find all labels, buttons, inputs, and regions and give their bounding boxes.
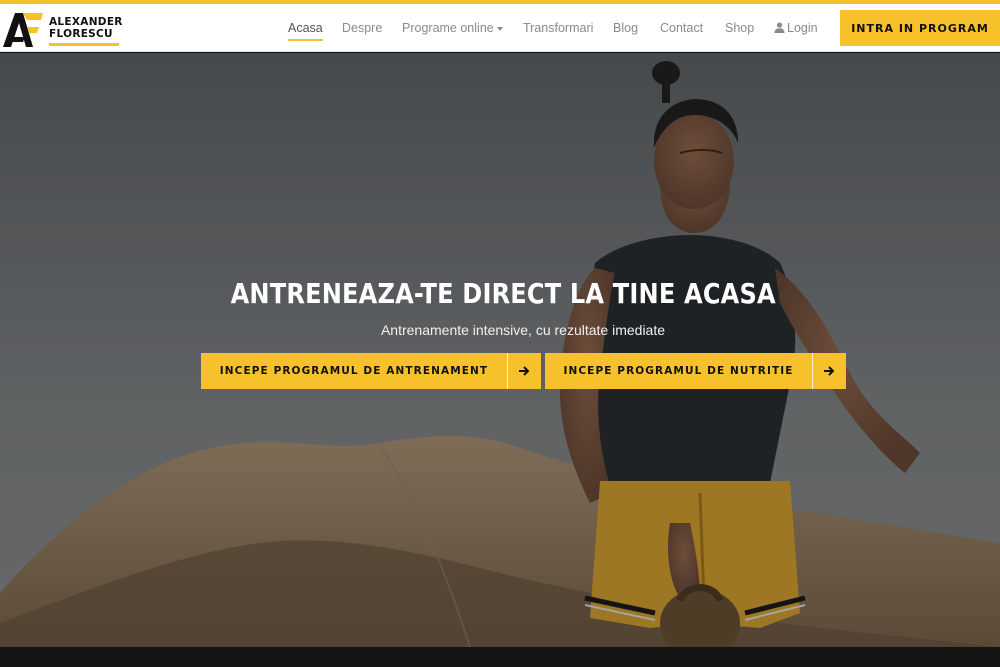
start-nutrition-program-button[interactable]: INCEPE PROGRAMUL DE NUTRITIE (545, 353, 846, 389)
nav-item-login-label: Login (787, 21, 818, 35)
brand-logo[interactable]: ALEXANDER FLORESCU (0, 10, 130, 50)
join-program-button[interactable]: INTRA IN PROGRAM (840, 10, 1000, 46)
nav-item-shop[interactable]: Shop (725, 21, 754, 35)
navbar: ALEXANDER FLORESCU Acasa Despre Programe… (0, 4, 1000, 52)
brand-name-line2: FLORESCU (49, 28, 113, 40)
start-workout-program-label: INCEPE PROGRAMUL DE ANTRENAMENT (219, 365, 489, 377)
user-icon (774, 22, 785, 33)
arrow-right-icon (507, 353, 541, 389)
nav-item-transformari[interactable]: Transformari (523, 21, 593, 35)
nav-item-login[interactable]: Login (774, 21, 818, 35)
arrow-right-icon (812, 353, 846, 389)
brand-underline (49, 43, 119, 46)
brand-name-line1: ALEXANDER (49, 16, 123, 28)
nav-item-acasa[interactable]: Acasa (288, 21, 323, 41)
nav-item-blog[interactable]: Blog (613, 21, 638, 35)
hero-section: ANTRENEAZA-TE DIRECT LA TINE ACASA Antre… (0, 53, 1000, 647)
hero-subtitle: Antrenamente intensive, cu rezultate ime… (380, 322, 666, 338)
hero-title: ANTRENEAZA-TE DIRECT LA TINE ACASA (230, 277, 776, 310)
start-nutrition-program-label: INCEPE PROGRAMUL DE NUTRITIE (563, 365, 794, 377)
nav-item-programe-online-label: Programe online (402, 21, 494, 35)
nav-item-despre[interactable]: Despre (342, 21, 382, 35)
chevron-down-icon (496, 26, 503, 31)
bottom-section-edge (0, 647, 1000, 667)
nav-item-programe-online[interactable]: Programe online (402, 21, 503, 35)
nav-item-contact[interactable]: Contact (660, 21, 703, 35)
hero-dark-overlay (0, 53, 1000, 647)
brand-name: ALEXANDER FLORESCU (49, 16, 123, 40)
logo-mark-icon (3, 13, 43, 47)
start-workout-program-button[interactable]: INCEPE PROGRAMUL DE ANTRENAMENT (201, 353, 541, 389)
